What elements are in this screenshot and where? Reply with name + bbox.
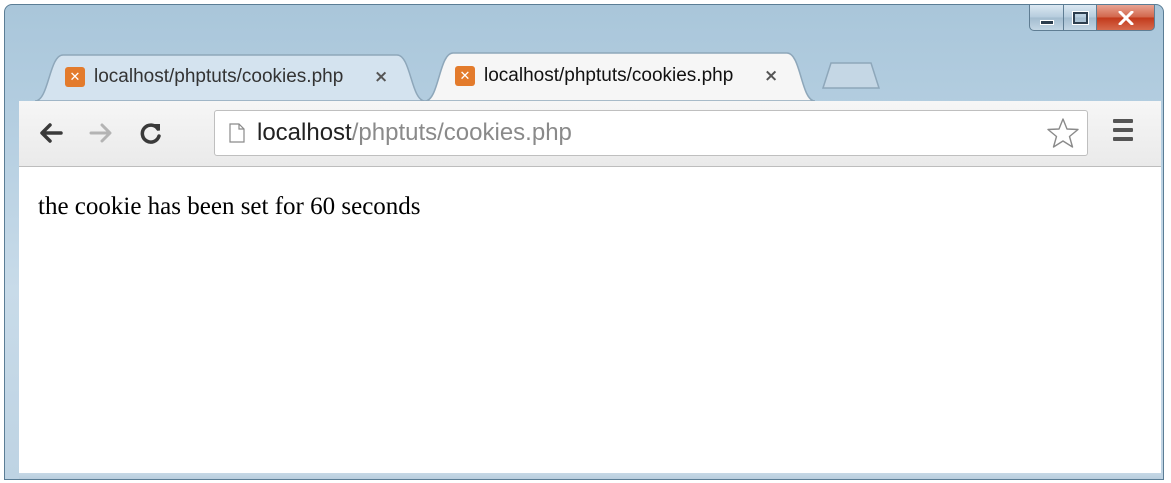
url-host: localhost — [257, 119, 352, 146]
maximize-icon — [1071, 10, 1089, 25]
menu-icon[interactable] — [1109, 119, 1137, 149]
url-path: /phptuts/cookies.php — [351, 119, 572, 146]
tab-close-icon[interactable]: × — [764, 66, 778, 86]
window-caption-buttons — [1029, 5, 1155, 33]
minimize-button[interactable] — [1029, 5, 1064, 31]
tab-title: localhost/phptuts/cookies.php — [94, 66, 344, 87]
tab-cookies-inactive[interactable]: ✕ localhost/phptuts/cookies.php × — [35, 53, 425, 101]
reload-button[interactable] — [133, 115, 169, 151]
bookmark-star-icon[interactable] — [1047, 117, 1079, 149]
address-bar[interactable]: localhost/phptuts/cookies.php — [214, 110, 1088, 156]
tab-close-icon[interactable]: × — [374, 67, 388, 87]
tab-title: localhost/phptuts/cookies.php — [484, 65, 734, 86]
page-icon — [229, 123, 245, 143]
back-arrow-icon — [40, 123, 63, 143]
new-tab-button[interactable] — [821, 61, 881, 89]
page-content: the cookie has been set for 60 seconds — [19, 167, 1161, 473]
close-window-button[interactable] — [1097, 5, 1155, 31]
browser-window: ✕ localhost/phptuts/cookies.php × ✕ loca… — [4, 4, 1164, 480]
xampp-icon: ✕ — [455, 66, 475, 86]
forward-button[interactable] — [83, 115, 119, 151]
tab-cookies-active[interactable]: ✕ localhost/phptuts/cookies.php × — [425, 51, 815, 101]
back-button[interactable] — [33, 115, 69, 151]
page-text: the cookie has been set for 60 seconds — [38, 193, 421, 220]
xampp-icon: ✕ — [65, 67, 85, 87]
reload-icon — [140, 123, 161, 144]
forward-arrow-icon — [89, 123, 112, 143]
browser-toolbar: localhost/phptuts/cookies.php — [19, 101, 1161, 167]
tab-strip: ✕ localhost/phptuts/cookies.php × ✕ loca… — [25, 49, 1125, 101]
maximize-button[interactable] — [1064, 5, 1097, 31]
window-bottom-frame — [19, 473, 1161, 479]
minimize-icon — [1039, 20, 1054, 25]
close-icon — [1118, 10, 1133, 25]
